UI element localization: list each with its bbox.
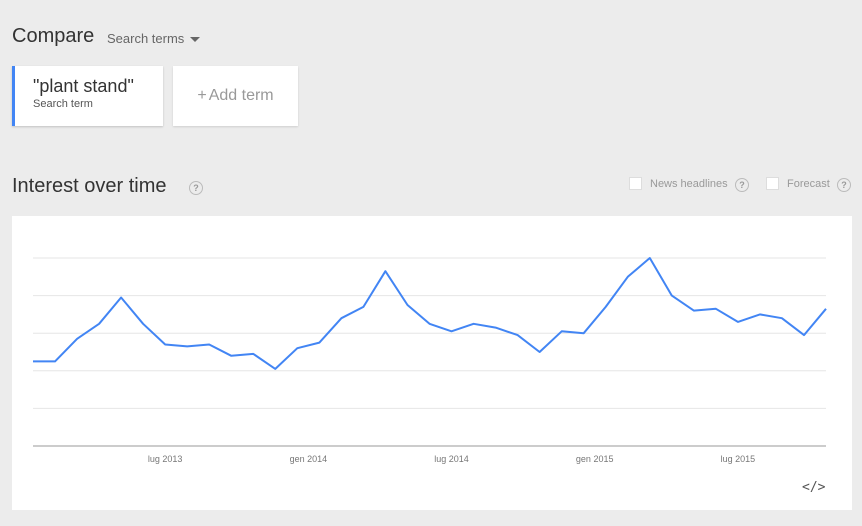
news-headlines-checkbox[interactable] [629, 177, 642, 190]
news-headlines-label: News headlines [650, 177, 728, 190]
series-line [33, 257, 827, 370]
search-terms-label: Search terms [107, 31, 185, 46]
news-headlines-option[interactable]: News headlines [629, 177, 728, 190]
add-term-label: Add term [208, 87, 274, 104]
help-icon[interactable]: ? [189, 181, 203, 195]
search-terms-dropdown[interactable]: Search terms [107, 31, 201, 46]
caret-down-icon [190, 37, 201, 42]
forecast-help-icon[interactable]: ? [837, 178, 851, 192]
news-help-icon[interactable]: ? [735, 178, 749, 192]
chart-card: lug 2013 gen 2014 lug 2014 gen 2015 lug 2015… [12, 216, 852, 510]
x-tick-label: gen 2014 [290, 454, 328, 464]
embed-code-icon[interactable]: </> [802, 480, 825, 495]
x-tick-label: lug 2014 [434, 454, 469, 464]
interest-chart: lug 2013 gen 2014 lug 2014 gen 2015 lug 2015… [33, 257, 827, 464]
forecast-option[interactable]: Forecast [766, 177, 830, 190]
forecast-checkbox[interactable] [766, 177, 779, 190]
term-sub: Search term [33, 98, 93, 110]
section-title: Interest over time [12, 175, 167, 197]
x-tick-label: lug 2015 [721, 454, 756, 464]
plus-icon: + [197, 87, 207, 104]
compare-title: Compare [12, 25, 95, 47]
forecast-label: Forecast [787, 177, 830, 190]
add-term-button[interactable]: + Add term [173, 66, 298, 126]
term-card[interactable]: "plant stand" Search term [12, 66, 163, 126]
x-tick-label: lug 2013 [148, 454, 183, 464]
x-tick-label: gen 2015 [576, 454, 614, 464]
term-name: "plant stand" [33, 76, 134, 96]
